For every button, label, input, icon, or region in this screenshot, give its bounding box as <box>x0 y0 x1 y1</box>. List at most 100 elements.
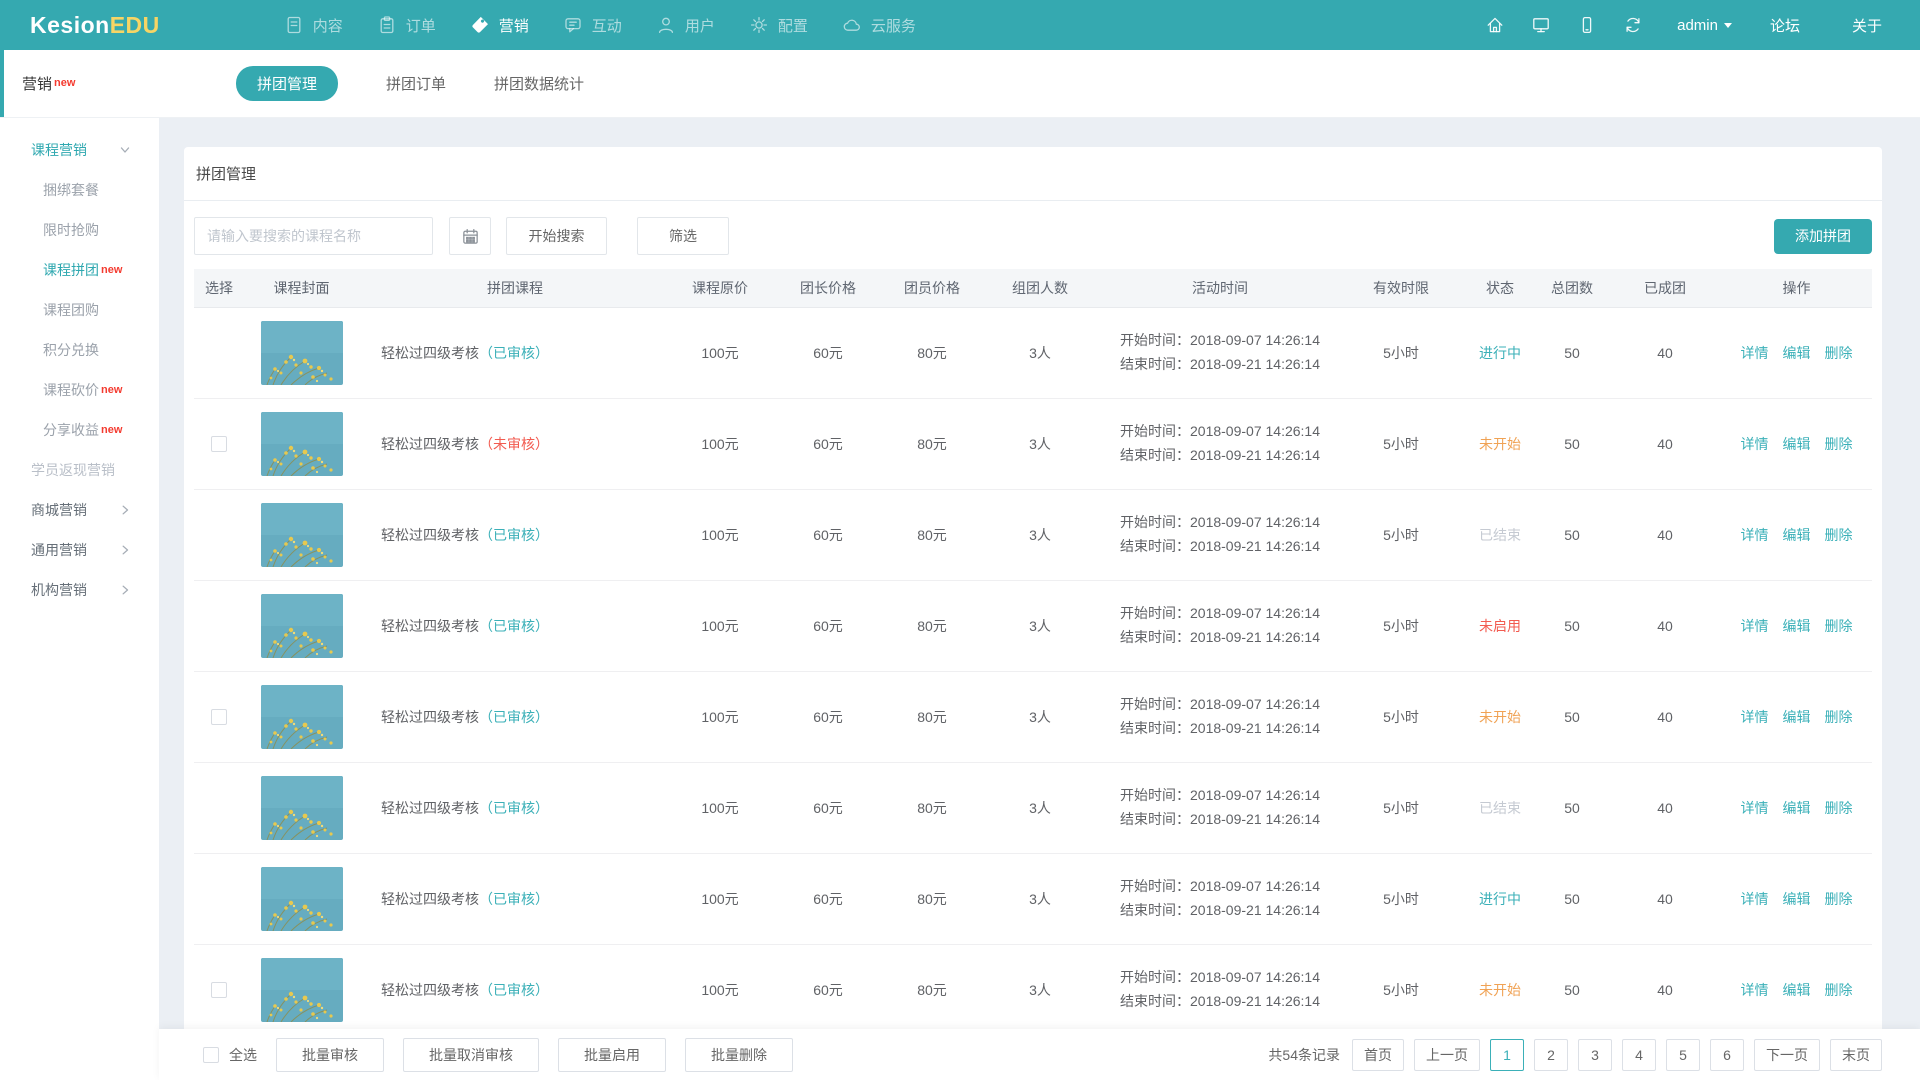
page-number-buttons: 123456 <box>1480 1039 1744 1071</box>
mobile-icon[interactable] <box>1577 15 1597 35</box>
delete-link[interactable]: 删除 <box>1825 436 1853 452</box>
section-header: 营销new <box>0 50 159 117</box>
app-logo: KesionEDU <box>30 12 160 39</box>
edit-link[interactable]: 编辑 <box>1783 436 1811 452</box>
last-page-button[interactable]: 末页 <box>1830 1039 1882 1071</box>
row-checkbox[interactable] <box>211 709 227 725</box>
delete-link[interactable]: 删除 <box>1825 345 1853 361</box>
delete-link[interactable]: 删除 <box>1825 982 1853 998</box>
cell-formed-groups: 40 <box>1609 489 1721 580</box>
edit-link[interactable]: 编辑 <box>1783 800 1811 816</box>
sidebar-item-points-exchange[interactable]: 积分兑换 <box>0 330 159 370</box>
chevron-right-icon <box>119 504 131 516</box>
end-time: 结束时间：2018-09-21 14:26:14 <box>1120 808 1320 831</box>
detail-link[interactable]: 详情 <box>1741 982 1769 998</box>
status-badge: 未开始 <box>1479 436 1521 452</box>
row-checkbox[interactable] <box>211 436 227 452</box>
sidebar-item-student-cashback[interactable]: 学员返现营销 <box>0 450 159 490</box>
sidebar-item-flash-sale[interactable]: 限时抢购 <box>0 210 159 250</box>
detail-link[interactable]: 详情 <box>1741 618 1769 634</box>
edit-link[interactable]: 编辑 <box>1783 345 1811 361</box>
detail-link[interactable]: 详情 <box>1741 527 1769 543</box>
page-button-1[interactable]: 1 <box>1490 1039 1524 1071</box>
cloud-icon <box>842 15 862 35</box>
sidebar-item-course-group-buying[interactable]: 课程拼团new <box>0 250 159 290</box>
cell-total-groups: 50 <box>1535 671 1609 762</box>
page-button-3[interactable]: 3 <box>1578 1039 1612 1071</box>
admin-username: admin <box>1677 17 1718 34</box>
cell-duration: 5小时 <box>1337 853 1465 944</box>
batch-cancel-audit-button[interactable]: 批量取消审核 <box>403 1038 539 1072</box>
cell-group-size: 3人 <box>977 671 1103 762</box>
sidebar-item-org-marketing[interactable]: 机构营销 <box>0 570 159 610</box>
topnav-item-config[interactable]: 配置 <box>749 15 808 36</box>
first-page-button[interactable]: 首页 <box>1352 1039 1404 1071</box>
batch-delete-button[interactable]: 批量删除 <box>685 1038 793 1072</box>
start-search-button[interactable]: 开始搜索 <box>506 217 607 255</box>
search-input[interactable] <box>194 217 433 255</box>
table-row: 轻松过四级考核（已审核） 100元 60元 80元 3人 开始时间：2018-0… <box>194 762 1872 853</box>
page-button-2[interactable]: 2 <box>1534 1039 1568 1071</box>
tab-group-orders[interactable]: 拼团订单 <box>386 66 446 101</box>
prev-page-button[interactable]: 上一页 <box>1414 1039 1480 1071</box>
cell-leader-price: 60元 <box>769 489 887 580</box>
tab-group-statistics[interactable]: 拼团数据统计 <box>494 66 584 101</box>
edit-link[interactable]: 编辑 <box>1783 891 1811 907</box>
sidebar-item-share-income[interactable]: 分享收益new <box>0 410 159 450</box>
delete-link[interactable]: 删除 <box>1825 800 1853 816</box>
monitor-icon[interactable] <box>1531 15 1551 35</box>
topnav-link-about[interactable]: 关于 <box>1852 15 1882 36</box>
batch-enable-button[interactable]: 批量启用 <box>558 1038 666 1072</box>
cell-original-price: 100元 <box>671 762 769 853</box>
sidebar-item-course-marketing[interactable]: 课程营销 <box>0 130 159 170</box>
topnav-item-cloud[interactable]: 云服务 <box>842 15 916 36</box>
column-header: 课程封面 <box>244 269 359 307</box>
edit-link[interactable]: 编辑 <box>1783 618 1811 634</box>
batch-audit-button[interactable]: 批量审核 <box>276 1038 384 1072</box>
edit-link[interactable]: 编辑 <box>1783 982 1811 998</box>
column-header: 选择 <box>194 269 244 307</box>
home-icon[interactable] <box>1485 15 1505 35</box>
detail-link[interactable]: 详情 <box>1741 891 1769 907</box>
edit-link[interactable]: 编辑 <box>1783 709 1811 725</box>
topnav-item-content[interactable]: 内容 <box>284 15 343 36</box>
detail-link[interactable]: 详情 <box>1741 345 1769 361</box>
detail-link[interactable]: 详情 <box>1741 709 1769 725</box>
sidebar-item-course-groupon[interactable]: 课程团购 <box>0 290 159 330</box>
cell-select <box>194 580 244 671</box>
cell-leader-price: 60元 <box>769 762 887 853</box>
table-row: 轻松过四级考核（已审核） 100元 60元 80元 3人 开始时间：2018-0… <box>194 853 1872 944</box>
topnav-item-orders[interactable]: 订单 <box>377 15 436 36</box>
tab-group-management[interactable]: 拼团管理 <box>236 66 338 101</box>
detail-link[interactable]: 详情 <box>1741 800 1769 816</box>
page-button-4[interactable]: 4 <box>1622 1039 1656 1071</box>
admin-menu[interactable]: admin <box>1677 17 1732 34</box>
topnav-item-marketing[interactable]: 营销 <box>470 15 529 36</box>
sidebar-item-bundle-package[interactable]: 捆绑套餐 <box>0 170 159 210</box>
sidebar-item-general-marketing[interactable]: 通用营销 <box>0 530 159 570</box>
topnav-item-interaction[interactable]: 互动 <box>563 15 622 36</box>
cell-status: 未开始 <box>1465 671 1535 762</box>
content-card: 拼团管理 开始搜索 筛选 添加拼团 选择课程封面拼团课程课程原价团长价格团员价格… <box>184 147 1882 1036</box>
audit-status: （已审核） <box>479 527 549 543</box>
refresh-icon[interactable] <box>1623 15 1643 35</box>
edit-link[interactable]: 编辑 <box>1783 527 1811 543</box>
row-checkbox[interactable] <box>211 982 227 998</box>
page-button-6[interactable]: 6 <box>1710 1039 1744 1071</box>
select-all-checkbox[interactable] <box>203 1047 219 1063</box>
topnav-link-forum[interactable]: 论坛 <box>1770 15 1800 36</box>
sidebar-item-course-bargain[interactable]: 课程砍价new <box>0 370 159 410</box>
delete-link[interactable]: 删除 <box>1825 527 1853 543</box>
detail-link[interactable]: 详情 <box>1741 436 1769 452</box>
next-page-button[interactable]: 下一页 <box>1754 1039 1820 1071</box>
filter-button[interactable]: 筛选 <box>637 217 729 255</box>
sidebar-item-mall-marketing[interactable]: 商城营销 <box>0 490 159 530</box>
delete-link[interactable]: 删除 <box>1825 891 1853 907</box>
add-group-button[interactable]: 添加拼团 <box>1774 219 1872 254</box>
page-button-5[interactable]: 5 <box>1666 1039 1700 1071</box>
calendar-button[interactable] <box>449 217 491 255</box>
topnav-item-users[interactable]: 用户 <box>656 15 715 36</box>
delete-link[interactable]: 删除 <box>1825 709 1853 725</box>
delete-link[interactable]: 删除 <box>1825 618 1853 634</box>
cell-formed-groups: 40 <box>1609 307 1721 398</box>
